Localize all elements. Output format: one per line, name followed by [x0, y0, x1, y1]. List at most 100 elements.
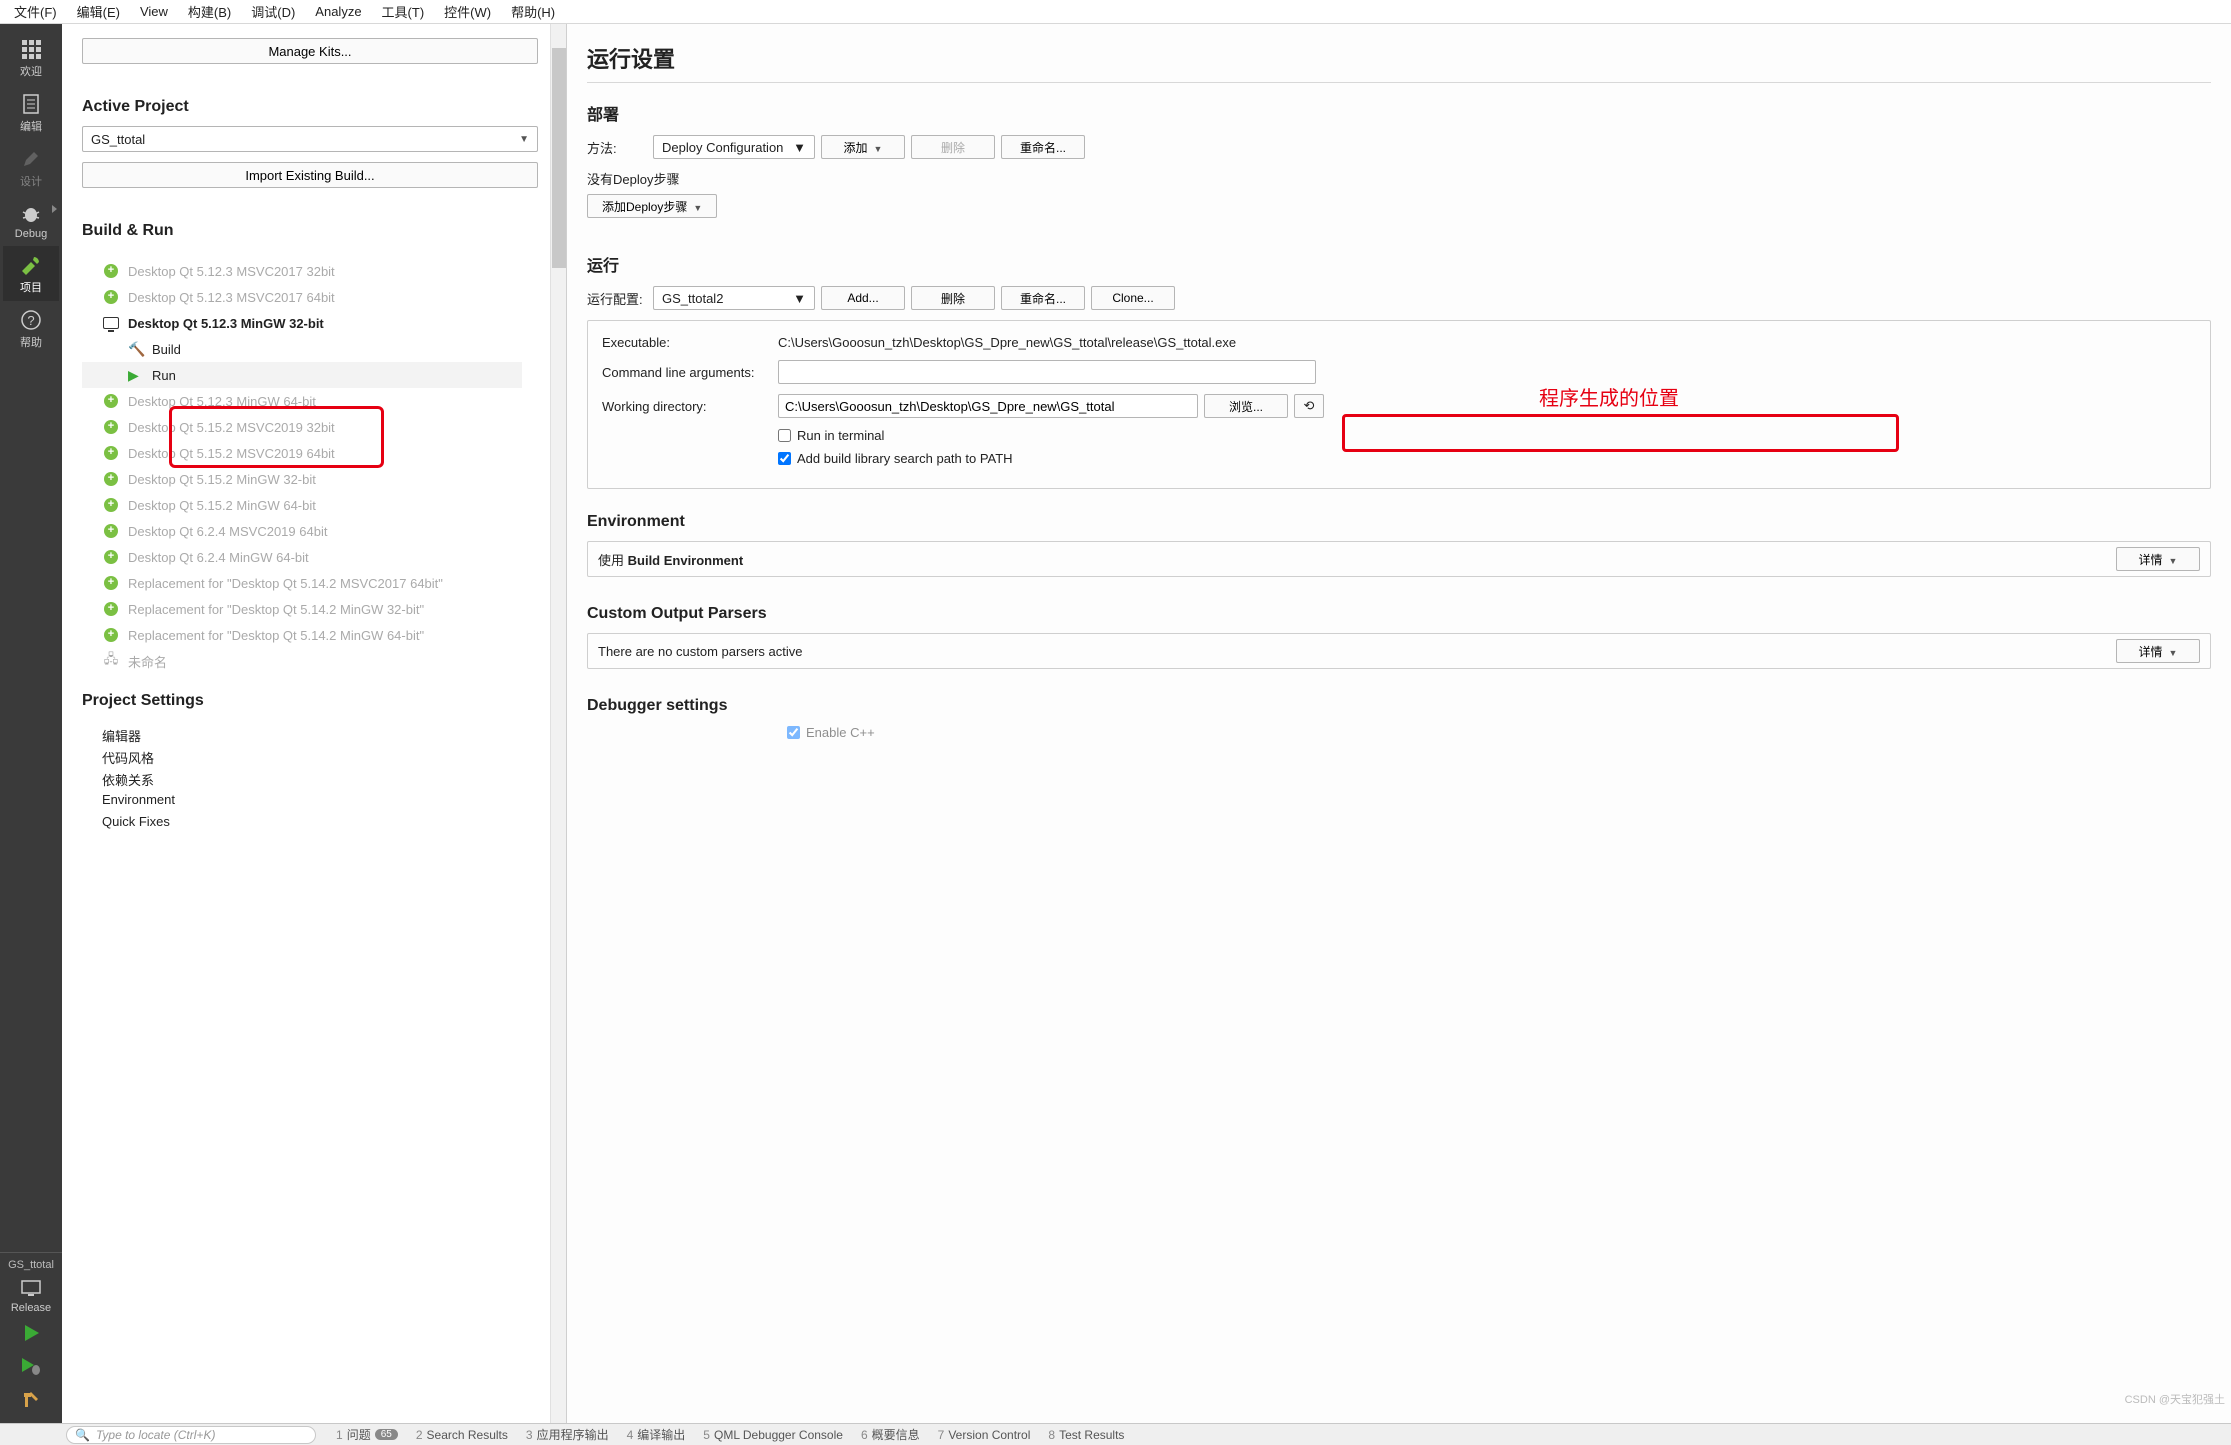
parsers-bar[interactable]: There are no custom parsers active 详情▼	[587, 633, 2211, 669]
deploy-rename-button[interactable]: 重命名...	[1001, 135, 1085, 159]
ps-quickfix[interactable]: Quick Fixes	[102, 814, 546, 836]
menu-debug[interactable]: 调试(D)	[241, 0, 305, 23]
chevron-down-icon: ▼	[519, 134, 529, 145]
bottom-tab-qml[interactable]: 5QML Debugger Console	[703, 1426, 843, 1443]
ps-env[interactable]: Environment	[102, 792, 546, 814]
import-build-button[interactable]: Import Existing Build...	[82, 162, 538, 188]
menu-analyze[interactable]: Analyze	[305, 2, 371, 21]
plus-icon: +	[102, 263, 120, 279]
kit-item[interactable]: +Desktop Qt 5.15.2 MSVC2019 32bit	[82, 414, 522, 440]
bottom-tab-issues[interactable]: 1问题65	[336, 1426, 398, 1443]
bottombar: 🔍 Type to locate (Ctrl+K) 1问题65 2Search …	[0, 1423, 2231, 1445]
kit-item[interactable]: +Desktop Qt 5.12.3 MSVC2017 64bit	[82, 284, 522, 310]
manage-kits-button[interactable]: Manage Kits...	[82, 38, 538, 64]
kit-item[interactable]: +Desktop Qt 5.15.2 MSVC2019 64bit	[82, 440, 522, 466]
run-button[interactable]	[3, 1318, 59, 1351]
hammer-icon	[20, 1388, 42, 1410]
chevron-down-icon: ▼	[693, 203, 702, 213]
kit-item[interactable]: +Desktop Qt 5.12.3 MinGW 64-bit	[82, 388, 522, 414]
kit-build[interactable]: 🔨Build	[82, 336, 522, 362]
plus-icon: +	[102, 289, 120, 305]
menu-help[interactable]: 帮助(H)	[501, 0, 565, 23]
menu-widgets[interactable]: 控件(W)	[434, 0, 501, 23]
mode-debug[interactable]: Debug	[3, 195, 59, 246]
run-add-button[interactable]: Add...	[821, 286, 905, 310]
kit-item[interactable]: +Desktop Qt 5.12.3 MSVC2017 32bit	[82, 258, 522, 284]
enable-cpp-label: Enable C++	[806, 725, 875, 740]
menu-edit[interactable]: 编辑(E)	[67, 0, 130, 23]
menu-tools[interactable]: 工具(T)	[372, 0, 435, 23]
kit-item-active[interactable]: Desktop Qt 5.12.3 MinGW 32-bit	[82, 310, 522, 336]
ps-codestyle[interactable]: 代码风格	[102, 748, 546, 770]
ps-deps[interactable]: 依赖关系	[102, 770, 546, 792]
add-path-checkbox[interactable]	[778, 452, 791, 465]
menubar: 文件(F) 编辑(E) View 构建(B) 调试(D) Analyze 工具(…	[0, 0, 2231, 24]
kit-item[interactable]: +Desktop Qt 5.15.2 MinGW 32-bit	[82, 466, 522, 492]
deploy-config-select[interactable]: Deploy Configuration▼	[653, 135, 815, 159]
environment-bar[interactable]: 使用 Build Environment 详情▼	[587, 541, 2211, 577]
project-settings-heading: Project Settings	[82, 692, 546, 710]
mode-edit[interactable]: 编辑	[3, 85, 59, 140]
search-icon: 🔍	[75, 1428, 90, 1442]
kit-run[interactable]: ▶Run	[82, 362, 522, 388]
kit-item[interactable]: +Replacement for "Desktop Qt 5.14.2 MSVC…	[82, 570, 522, 596]
reset-workdir-button[interactable]: ⟲	[1294, 394, 1324, 418]
enable-cpp-checkbox[interactable]	[787, 726, 800, 739]
scrollbar[interactable]	[550, 24, 566, 1423]
method-label: 方法:	[587, 138, 653, 157]
kit-item[interactable]: +Replacement for "Desktop Qt 5.14.2 MinG…	[82, 622, 522, 648]
bottom-tab-tests[interactable]: 8Test Results	[1048, 1426, 1124, 1443]
mode-welcome[interactable]: 欢迎	[3, 30, 59, 85]
deploy-add-button[interactable]: 添加▼	[821, 135, 905, 159]
kit-item[interactable]: 🖧未命名	[82, 648, 522, 674]
scroll-thumb[interactable]	[552, 48, 566, 268]
play-bug-icon	[20, 1355, 42, 1377]
debug-run-button[interactable]	[3, 1351, 59, 1384]
page-title: 运行设置	[587, 42, 2211, 74]
ps-editor[interactable]: 编辑器	[102, 726, 546, 748]
workdir-input[interactable]	[778, 394, 1198, 418]
mode-label: 项目	[20, 279, 42, 295]
executable-label: Executable:	[602, 335, 778, 350]
mode-design[interactable]: 设计	[3, 140, 59, 195]
plus-icon: +	[102, 601, 120, 617]
run-delete-button[interactable]: 删除	[911, 286, 995, 310]
target-project[interactable]: GS_ttotal	[0, 1252, 62, 1273]
run-rename-button[interactable]: 重命名...	[1001, 286, 1085, 310]
menu-file[interactable]: 文件(F)	[4, 0, 67, 23]
run-config-select[interactable]: GS_ttotal2▼	[653, 286, 815, 310]
kit-item[interactable]: +Desktop Qt 5.15.2 MinGW 64-bit	[82, 492, 522, 518]
add-deploy-step-button[interactable]: 添加Deploy步骤▼	[587, 194, 717, 218]
build-button[interactable]	[3, 1384, 59, 1423]
monitor-icon	[20, 1277, 42, 1299]
bottom-tab-compile[interactable]: 4编译输出	[627, 1426, 686, 1443]
active-project-combo[interactable]: GS_ttotal ▼	[82, 126, 538, 152]
mode-projects[interactable]: 项目	[3, 246, 59, 301]
args-input[interactable]	[778, 360, 1316, 384]
environment-heading: Environment	[587, 513, 2211, 531]
bottom-tab-app-output[interactable]: 3应用程序输出	[526, 1426, 609, 1443]
target-kit[interactable]: Release	[3, 1273, 59, 1318]
menu-build[interactable]: 构建(B)	[178, 0, 241, 23]
bug-icon	[20, 203, 42, 225]
run-terminal-checkbox[interactable]	[778, 429, 791, 442]
bottom-tab-vcs[interactable]: 7Version Control	[938, 1426, 1031, 1443]
chevron-right-icon	[52, 205, 57, 213]
bottom-tab-summary[interactable]: 6概要信息	[861, 1426, 920, 1443]
menu-view[interactable]: View	[130, 2, 178, 21]
kit-item[interactable]: +Desktop Qt 6.2.4 MinGW 64-bit	[82, 544, 522, 570]
browse-button[interactable]: 浏览...	[1204, 394, 1288, 418]
watermark: CSDN @天宝犯强土	[2125, 1391, 2225, 1407]
mode-sidebar: 欢迎 编辑 设计 Debug 项目 ? 帮助	[0, 24, 62, 1423]
kit-item[interactable]: +Desktop Qt 6.2.4 MSVC2019 64bit	[82, 518, 522, 544]
deploy-delete-button[interactable]: 删除	[911, 135, 995, 159]
parsers-heading: Custom Output Parsers	[587, 605, 2211, 623]
locator-input[interactable]: 🔍 Type to locate (Ctrl+K)	[66, 1426, 316, 1444]
mode-help[interactable]: ? 帮助	[3, 301, 59, 356]
run-clone-button[interactable]: Clone...	[1091, 286, 1175, 310]
kit-item[interactable]: +Replacement for "Desktop Qt 5.14.2 MinG…	[82, 596, 522, 622]
parsers-detail-button[interactable]: 详情▼	[2116, 639, 2200, 663]
plus-icon: +	[102, 393, 120, 409]
bottom-tab-search[interactable]: 2Search Results	[416, 1426, 508, 1443]
env-detail-button[interactable]: 详情▼	[2116, 547, 2200, 571]
